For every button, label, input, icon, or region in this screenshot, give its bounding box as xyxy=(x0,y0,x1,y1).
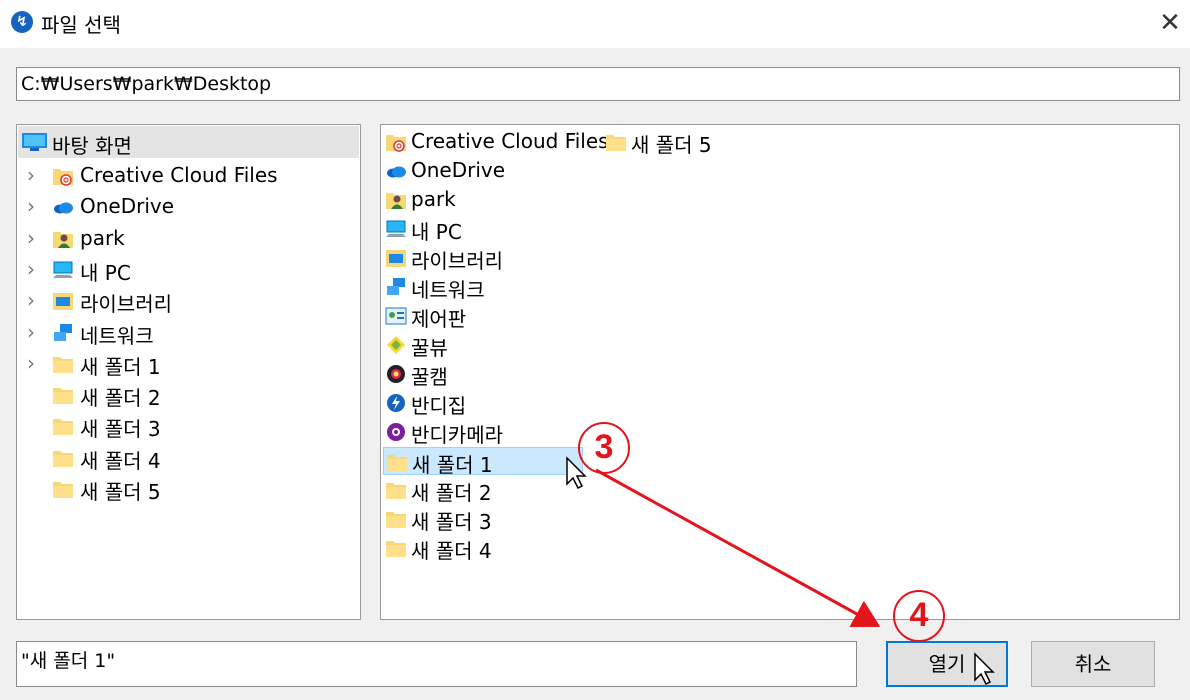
folder-icon xyxy=(52,385,74,405)
list-item-label: 꿀캠 xyxy=(411,365,448,389)
tree-root-label: 바탕 화면 xyxy=(52,134,132,158)
library-icon xyxy=(52,291,74,311)
tree-item[interactable]: › 네트워크 xyxy=(17,318,357,348)
creative-cloud-folder-icon xyxy=(385,132,407,152)
folder-icon xyxy=(386,452,408,472)
bandicam-icon xyxy=(385,422,407,442)
chevron-right-icon[interactable]: › xyxy=(27,194,35,218)
tree-item-label: 새 폴더 2 xyxy=(80,386,161,411)
onedrive-icon xyxy=(385,161,407,181)
list-item-label: 새 폴더 4 xyxy=(411,539,492,563)
list-item-label: 반디카메라 xyxy=(411,423,503,447)
list-item-label: 새 폴더 2 xyxy=(411,481,492,505)
onedrive-icon xyxy=(52,197,74,217)
tree-item-label: 새 폴더 3 xyxy=(80,417,161,442)
open-button[interactable]: 열기 xyxy=(886,641,1008,687)
folder-icon xyxy=(52,354,74,374)
bandizip-icon: ↯ xyxy=(11,11,33,33)
folder-icon xyxy=(52,479,74,499)
tree-item[interactable]: › 새 폴더 1 xyxy=(17,349,357,379)
tree-item[interactable]: 새 폴더 2 xyxy=(17,380,357,410)
list-item-label: 새 폴더 1 xyxy=(412,453,493,477)
tree-item-label: 새 폴더 1 xyxy=(80,354,161,379)
file-list[interactable]: Creative Cloud Files 새 폴더 5 OneDrive park 내 … xyxy=(380,124,1180,620)
tree-item-label: 내 PC xyxy=(80,260,131,285)
title-bar: ↯ 파일 선택 ✕ xyxy=(0,0,1190,48)
tree-item-label: 새 폴더 5 xyxy=(80,480,161,504)
folder-icon xyxy=(52,416,74,436)
tree-item-label: park xyxy=(80,225,125,250)
tree-item-label: Creative Cloud Files xyxy=(80,163,278,187)
list-item-label: 새 폴더 5 xyxy=(631,133,712,157)
folder-icon xyxy=(605,132,627,152)
close-button[interactable]: ✕ xyxy=(1150,0,1190,48)
filename-input[interactable]: "새 폴더 1" xyxy=(16,641,857,687)
control-panel-icon xyxy=(385,306,407,326)
tree-item[interactable]: 새 폴더 5 xyxy=(17,474,357,504)
tree-item[interactable]: › 라이브러리 xyxy=(17,286,357,316)
tree-item-label: 새 폴더 4 xyxy=(80,448,161,473)
tree-item[interactable]: › OneDrive xyxy=(17,192,357,222)
creative-cloud-folder-icon xyxy=(52,166,74,186)
folder-icon xyxy=(52,448,74,468)
pc-icon xyxy=(385,219,407,239)
tree-item-desktop[interactable]: 바탕 화면 xyxy=(18,126,359,158)
honeyview-icon xyxy=(385,335,407,355)
step-3-marker: 3 xyxy=(578,422,630,474)
tree-item[interactable]: 새 폴더 3 xyxy=(17,411,357,441)
list-item-label: Creative Cloud Files xyxy=(411,129,609,153)
list-item-label: 내 PC xyxy=(411,220,462,244)
tree-item[interactable]: 새 폴더 4 xyxy=(17,443,357,473)
tree-item[interactable]: › park xyxy=(17,224,357,254)
folder-tree[interactable]: 바탕 화면 › Creative Cloud Files › OneDrive › par… xyxy=(16,124,361,620)
tree-item[interactable]: › Creative Cloud Files xyxy=(17,161,357,191)
step-4-marker: 4 xyxy=(893,590,945,642)
list-item-label: 반디집 xyxy=(411,394,467,418)
bandizip-icon xyxy=(385,393,407,413)
library-icon xyxy=(385,248,407,268)
user-folder-icon xyxy=(52,229,74,249)
tree-item-label: 라이브러리 xyxy=(80,292,172,317)
chevron-right-icon[interactable]: › xyxy=(27,226,35,250)
folder-icon xyxy=(385,480,407,500)
list-item-label: OneDrive xyxy=(411,158,506,182)
list-item-label: 네트워크 xyxy=(411,278,485,302)
list-item-label: 라이브러리 xyxy=(411,249,503,273)
user-folder-icon xyxy=(385,190,407,210)
tree-item[interactable]: › 내 PC xyxy=(17,255,357,285)
pc-icon xyxy=(52,260,74,280)
list-item-label: 꿀뷰 xyxy=(411,336,448,360)
list-item-label: 새 폴더 3 xyxy=(411,510,492,534)
chevron-right-icon[interactable]: › xyxy=(27,163,35,187)
network-icon xyxy=(52,323,74,343)
folder-icon xyxy=(385,509,407,529)
list-item[interactable]: 새 폴더 1 xyxy=(383,447,583,477)
chevron-right-icon[interactable]: › xyxy=(27,257,35,281)
path-input[interactable]: C:₩Users₩park₩Desktop xyxy=(16,67,1180,101)
honeycam-icon xyxy=(385,364,407,384)
window-title: 파일 선택 xyxy=(41,13,121,37)
network-icon xyxy=(385,277,407,297)
chevron-right-icon[interactable]: › xyxy=(27,351,35,375)
tree-item-label: OneDrive xyxy=(80,194,175,219)
tree-item-label: 네트워크 xyxy=(80,323,154,348)
list-item-label: park xyxy=(411,187,456,211)
cancel-button[interactable]: 취소 xyxy=(1031,641,1155,687)
chevron-right-icon[interactable]: › xyxy=(27,320,35,344)
desktop-icon xyxy=(22,133,47,151)
folder-icon xyxy=(385,538,407,558)
chevron-right-icon[interactable]: › xyxy=(27,288,35,312)
list-item-label: 제어판 xyxy=(411,307,467,331)
